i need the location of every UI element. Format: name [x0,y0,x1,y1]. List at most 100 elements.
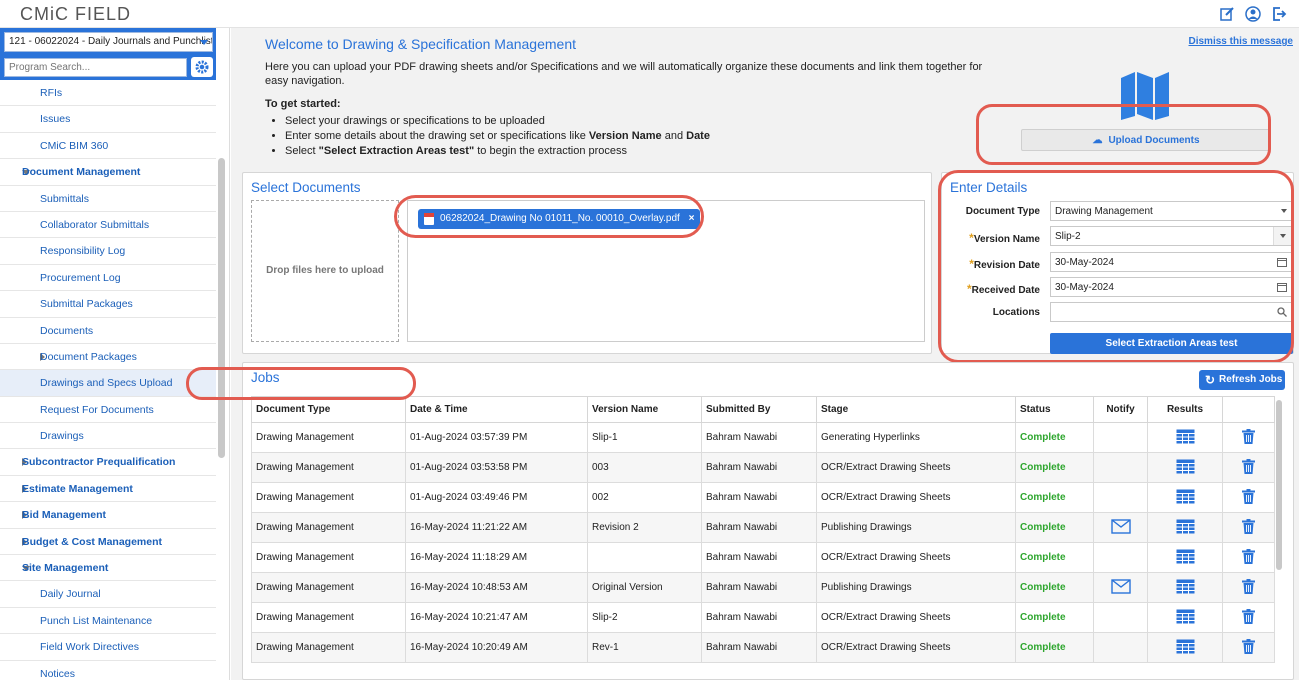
results-grid-icon[interactable] [1176,489,1195,504]
user-icon[interactable] [1245,6,1261,22]
sidebar-item[interactable]: RFIs [0,80,216,107]
cell-results[interactable] [1147,452,1223,483]
sidebar-item[interactable]: CMiC BIM 360 [0,133,216,160]
sidebar-item[interactable]: Estimate Management [0,476,216,503]
received-date-input[interactable]: 30-May-2024 [1050,277,1292,297]
results-grid-icon[interactable] [1176,459,1195,474]
select-extraction-areas-button[interactable]: Select Extraction Areas test [1050,333,1293,354]
sidebar-item[interactable]: Submittal Packages [0,291,216,318]
column-header[interactable]: Notify [1093,396,1148,423]
version-name-combobox[interactable]: Slip-2 [1050,226,1292,246]
remove-file-button[interactable]: × [689,213,695,224]
trash-icon[interactable] [1242,638,1255,654]
calendar-icon[interactable] [1277,282,1287,292]
table-row[interactable]: Drawing Management 16-May-2024 10:21:47 A… [251,602,1275,633]
table-row[interactable]: Drawing Management 16-May-2024 11:21:22 A… [251,512,1275,543]
sidebar-scrollbar[interactable] [218,158,225,458]
edit-icon[interactable] [1219,6,1235,22]
sidebar-item[interactable]: Document Management [0,159,216,186]
cell-notify[interactable] [1093,512,1148,543]
sidebar-item[interactable]: Responsibility Log [0,238,216,265]
sidebar-item[interactable]: Budget & Cost Management [0,529,216,556]
column-header[interactable]: Version Name [587,396,702,423]
column-header[interactable]: Status [1015,396,1094,423]
cell-results[interactable] [1147,422,1223,453]
sidebar-item[interactable]: Submittals [0,186,216,212]
document-type-select[interactable]: Drawing Management [1050,201,1292,221]
dropdown-button[interactable] [1273,227,1291,245]
sidebar-item[interactable]: Bid Management [0,502,216,529]
results-grid-icon[interactable] [1176,429,1195,444]
trash-icon[interactable] [1242,458,1255,474]
column-header[interactable]: Document Type [251,396,406,423]
cell-delete[interactable] [1222,422,1275,453]
jobs-scrollbar[interactable] [1276,400,1282,570]
cell-delete[interactable] [1222,452,1275,483]
upload-documents-button[interactable]: ☁ Upload Documents [1021,129,1271,151]
refresh-jobs-button[interactable]: ↻ Refresh Jobs [1199,370,1285,390]
sidebar-item[interactable]: Issues [0,106,216,133]
settings-button[interactable] [191,57,213,77]
refresh-icon: ↻ [1205,373,1216,387]
table-row[interactable]: Drawing Management 16-May-2024 11:18:29 A… [251,542,1275,573]
cell-results[interactable] [1147,512,1223,543]
table-row[interactable]: Drawing Management 01-Aug-2024 03:53:58 P… [251,452,1275,483]
table-row[interactable]: Drawing Management 16-May-2024 10:20:49 A… [251,632,1275,663]
trash-icon[interactable] [1242,518,1255,534]
trash-icon[interactable] [1242,488,1255,504]
cell-results[interactable] [1147,482,1223,513]
envelope-icon[interactable] [1110,518,1131,534]
cell-results[interactable] [1147,602,1223,633]
cell-results[interactable] [1147,542,1223,573]
cell-delete[interactable] [1222,482,1275,513]
sidebar-item[interactable]: Daily Journal [0,581,216,608]
file-dropzone[interactable]: Drop files here to upload [251,200,399,342]
results-grid-icon[interactable] [1176,549,1195,564]
results-grid-icon[interactable] [1176,579,1195,594]
cell-delete[interactable] [1222,602,1275,633]
cell-delete[interactable] [1222,632,1275,663]
sidebar-item[interactable]: Documents [0,318,216,344]
cell-results[interactable] [1147,572,1223,603]
column-header[interactable]: Submitted By [701,396,817,423]
sidebar-item[interactable]: Punch List Maintenance [0,608,216,635]
column-header[interactable]: Date & Time [405,396,588,423]
trash-icon[interactable] [1242,608,1255,624]
results-grid-icon[interactable] [1176,639,1195,654]
calendar-icon[interactable] [1277,257,1287,267]
column-header[interactable]: Stage [816,396,1016,423]
sidebar-item[interactable]: Notices [0,661,216,680]
logout-icon[interactable] [1271,6,1287,22]
column-header[interactable] [1222,396,1275,423]
table-row[interactable]: Drawing Management 01-Aug-2024 03:49:46 P… [251,482,1275,513]
program-search-input[interactable] [4,58,187,77]
table-row[interactable]: Drawing Management 01-Aug-2024 03:57:39 P… [251,422,1275,453]
trash-icon[interactable] [1242,548,1255,564]
sidebar-item[interactable]: Site Management [0,555,216,582]
sidebar-item[interactable]: Drawings [0,423,216,450]
column-header[interactable]: Results [1147,396,1223,423]
cell-delete[interactable] [1222,512,1275,543]
trash-icon[interactable] [1242,428,1255,444]
project-select[interactable]: 121 - 06022024 - Daily Journals and Punc… [4,32,213,52]
search-icon[interactable] [1277,307,1287,317]
dismiss-link[interactable]: Dismiss this message [1189,36,1294,47]
results-grid-icon[interactable] [1176,609,1195,624]
sidebar-item[interactable]: Field Work Directives [0,634,216,661]
table-row[interactable]: Drawing Management 16-May-2024 10:48:53 A… [251,572,1275,603]
envelope-icon[interactable] [1110,578,1131,594]
cell-notify[interactable] [1093,572,1148,603]
revision-date-input[interactable]: 30-May-2024 [1050,252,1292,272]
cell-results[interactable] [1147,632,1223,663]
sidebar-item[interactable]: Procurement Log [0,265,216,292]
results-grid-icon[interactable] [1176,519,1195,534]
locations-input[interactable] [1050,302,1292,322]
sidebar-item[interactable]: Subcontractor Prequalification [0,449,216,476]
sidebar-item[interactable]: Drawings and Specs Upload [0,370,216,397]
sidebar-item[interactable]: Collaborator Submittals [0,212,216,239]
trash-icon[interactable] [1242,578,1255,594]
sidebar-item[interactable]: Document Packages [0,344,216,371]
cell-delete[interactable] [1222,542,1275,573]
cell-delete[interactable] [1222,572,1275,603]
sidebar-item[interactable]: Request For Documents [0,397,216,424]
